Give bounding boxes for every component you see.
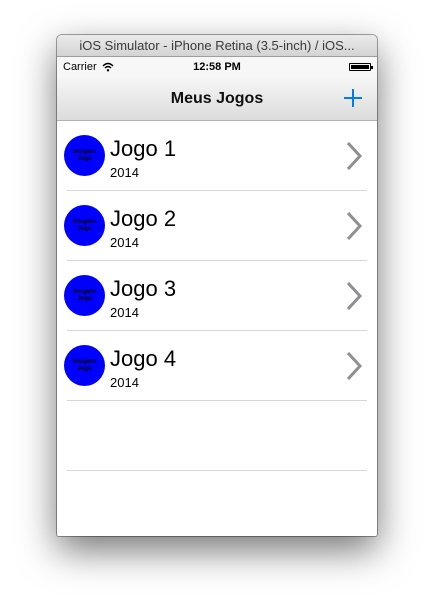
thumbnail-label-line1: Imagem [73, 148, 96, 155]
table-row[interactable]: Imagem Jogo Jogo 2 2014 [57, 191, 377, 261]
battery-level [351, 65, 369, 69]
table-row[interactable]: Imagem Jogo Jogo 4 2014 [57, 331, 377, 401]
thumbnail-label-line1: Imagem [73, 218, 96, 225]
table-row[interactable]: Imagem Jogo Jogo 1 2014 [57, 121, 377, 191]
thumbnail-label-line2: Jogo [77, 365, 92, 372]
thumbnail-label-line1: Imagem [73, 358, 96, 365]
game-thumbnail: Imagem Jogo [64, 345, 105, 386]
game-title: Jogo 4 [110, 346, 177, 371]
thumbnail-label-line2: Jogo [77, 295, 92, 302]
thumbnail-label-line2: Jogo [77, 155, 92, 162]
window-titlebar[interactable]: iOS Simulator - iPhone Retina (3.5-inch)… [57, 35, 377, 57]
simulator-window: iOS Simulator - iPhone Retina (3.5-inch)… [57, 35, 377, 536]
game-title: Jogo 2 [110, 206, 177, 231]
empty-table-row [57, 401, 377, 471]
game-title: Jogo 1 [110, 136, 177, 161]
game-thumbnail: Imagem Jogo [64, 135, 105, 176]
games-table: Imagem Jogo Jogo 1 2014 Imagem Jogo Jogo… [57, 121, 377, 471]
phone-screen: Carrier 12:58 PM Meus Jogos Imagem Jogo … [57, 57, 377, 536]
game-title: Jogo 3 [110, 276, 177, 301]
thumbnail-label-line1: Imagem [73, 288, 96, 295]
nav-title: Meus Jogos [170, 90, 264, 107]
window-title: iOS Simulator - iPhone Retina (3.5-inch)… [79, 38, 355, 53]
page: iOS Simulator - iPhone Retina (3.5-inch)… [0, 0, 434, 616]
battery-tip [371, 66, 373, 69]
navigation-bar: Meus Jogos [57, 77, 377, 121]
game-year: 2014 [110, 235, 139, 250]
battery-icon [349, 63, 373, 71]
game-thumbnail: Imagem Jogo [64, 205, 105, 246]
chevron-right-icon [346, 141, 363, 171]
plus-icon[interactable] [341, 86, 365, 110]
thumbnail-label-line2: Jogo [77, 225, 92, 232]
chevron-right-icon [346, 211, 363, 241]
chevron-right-icon [346, 281, 363, 311]
game-thumbnail: Imagem Jogo [64, 275, 105, 316]
status-bar: Carrier 12:58 PM [57, 57, 377, 77]
chevron-right-icon [346, 351, 363, 381]
game-year: 2014 [110, 305, 139, 320]
status-time: 12:58 PM [193, 61, 241, 73]
game-year: 2014 [110, 375, 139, 390]
game-year: 2014 [110, 165, 139, 180]
table-row[interactable]: Imagem Jogo Jogo 3 2014 [57, 261, 377, 331]
